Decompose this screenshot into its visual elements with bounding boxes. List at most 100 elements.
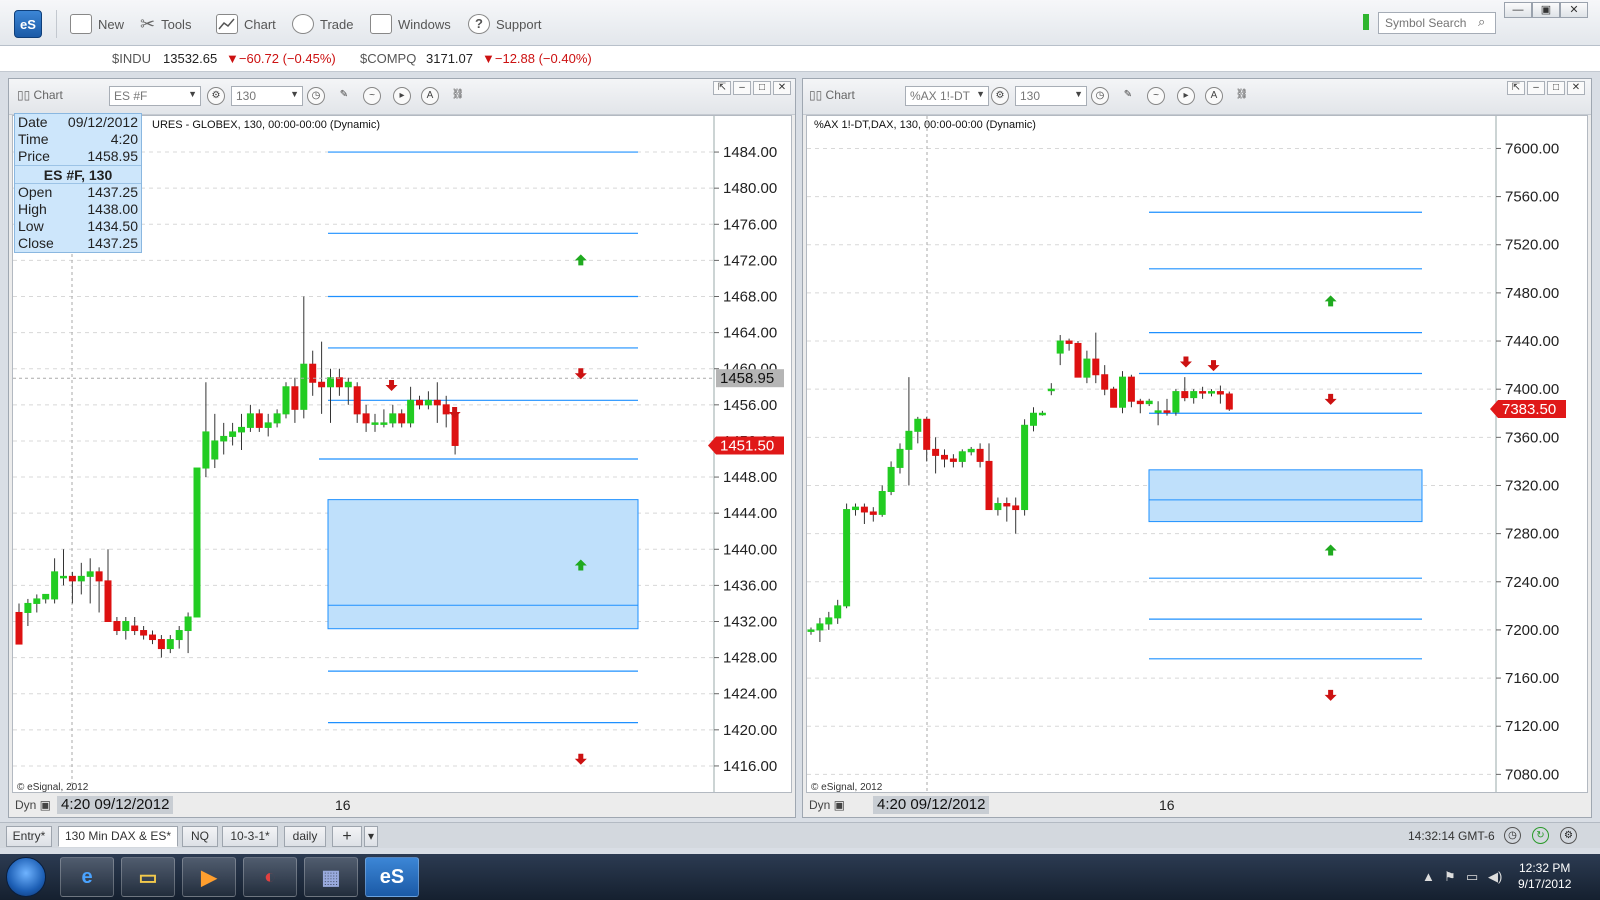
toolbar-support-button[interactable]: ? Support [468, 12, 542, 36]
candle-body [15, 611, 23, 645]
candle-body [246, 413, 254, 428]
tab-10-3-1[interactable]: 10-3-1* [222, 826, 278, 847]
tab-menu-button[interactable]: ▾ [364, 826, 378, 847]
symbol-field[interactable]: ES #F ▼ [109, 86, 201, 106]
candle-body [291, 386, 299, 410]
candle-body [300, 363, 308, 410]
arrow-up-icon [1324, 295, 1337, 307]
dyn-label[interactable]: Dyn ▣ [15, 798, 51, 812]
toolbar-trade-button[interactable]: Trade [292, 12, 353, 36]
y-tick-label: 1484.00 [723, 144, 777, 161]
clock-icon[interactable]: ◷ [1504, 827, 1521, 844]
ie-icon[interactable]: e [60, 857, 114, 897]
chart-title: URES - GLOBEX, 130, 00:00-00:00 (Dynamic… [152, 119, 381, 131]
settings-icon[interactable]: ⚙ [991, 87, 1009, 105]
toolbar-windows-button[interactable]: Windows [370, 12, 451, 36]
dyn-label[interactable]: Dyn ▣ [809, 798, 845, 812]
candle-body [1208, 391, 1215, 394]
gear-icon[interactable]: ⚙ [1560, 827, 1577, 844]
y-tick-label: 1448.00 [723, 469, 777, 486]
media-icon[interactable]: ▶ [182, 857, 236, 897]
popout-button[interactable]: ⇱ [713, 81, 731, 95]
tab-daily[interactable]: daily [284, 826, 326, 847]
popout-button[interactable]: ⇱ [1507, 81, 1525, 95]
monitor-icon[interactable]: ▭ [1466, 869, 1478, 885]
toolbar-new-button[interactable]: New [70, 12, 124, 36]
volume-icon[interactable]: ◀) [1488, 869, 1502, 885]
ticker-symbol[interactable]: $INDU [112, 51, 151, 66]
add-tab-button[interactable]: + [332, 826, 362, 847]
alert-icon[interactable]: A [421, 87, 439, 105]
close-button[interactable]: ✕ [1560, 2, 1588, 18]
panel-maximize-button[interactable]: □ [753, 81, 771, 95]
candle-body [95, 571, 103, 582]
arrow-down-icon [574, 368, 587, 380]
esignal-icon[interactable]: eS [365, 857, 419, 897]
indicator-icon[interactable]: ~ [363, 87, 381, 105]
trade-icon [292, 14, 314, 34]
dw-label: Low [18, 218, 44, 234]
app-icon[interactable]: ◐ [243, 857, 297, 897]
candle-body [878, 491, 886, 515]
dw-label: Close [18, 235, 54, 251]
alert-icon[interactable]: A [1205, 87, 1223, 105]
data-window-row: Date 09/12/2012 [15, 114, 141, 131]
settings-icon[interactable]: ⚙ [207, 87, 225, 105]
candlestick-chart[interactable]: 7600.00 7560.00 7520.00 7480.00 7440.00 7400.… [807, 116, 1588, 793]
candle-body [1056, 340, 1064, 354]
start-button[interactable] [6, 857, 46, 897]
panel-minimize-button[interactable]: – [1527, 81, 1545, 95]
search-icon[interactable]: ⌕ [1478, 14, 1492, 29]
link-icon[interactable]: ⛓ [1233, 87, 1251, 105]
candle-body [1216, 391, 1224, 395]
refresh-icon[interactable]: ↻ [1532, 827, 1549, 844]
toolbar-chart-button[interactable]: Chart [216, 12, 276, 36]
tray-date: 9/17/2012 [1518, 877, 1572, 891]
tab-130-min-dax-es[interactable]: 130 Min DAX & ES* [58, 826, 178, 847]
chart-footer: Dyn ▣ 4:20 09/12/2012 16 [9, 793, 795, 817]
toolbar-support-label: Support [496, 16, 542, 32]
tab-nq[interactable]: NQ [182, 826, 218, 847]
symbol-field[interactable]: %AX 1!-DT ▼ [905, 86, 989, 106]
interval-field[interactable]: 130 ▼ [1015, 86, 1087, 106]
candle-body [175, 630, 183, 641]
y-tick-label: 1456.00 [723, 397, 777, 414]
flag-icon[interactable]: ⚑ [1444, 869, 1456, 885]
toolbar-tools-button[interactable]: ✂ Tools [140, 12, 191, 36]
panel-minimize-button[interactable]: – [733, 81, 751, 95]
pencil-icon[interactable]: ✎ [335, 87, 353, 105]
candle-body [1012, 505, 1020, 511]
candle-body [958, 451, 966, 462]
candle-body [273, 413, 281, 424]
tray-clock[interactable]: 12:32 PM 9/17/2012 [1518, 860, 1571, 892]
panel-close-button[interactable]: ✕ [1567, 81, 1585, 95]
y-tick-label: 1476.00 [723, 216, 777, 233]
ticker-symbol[interactable]: $COMPQ [360, 51, 416, 66]
panel-close-button[interactable]: ✕ [773, 81, 791, 95]
indicator-icon[interactable]: ~ [1147, 87, 1165, 105]
interval-field[interactable]: 130 ▼ [231, 86, 303, 106]
dw-value: 1434.50 [87, 218, 138, 234]
pencil-icon[interactable]: ✎ [1119, 87, 1137, 105]
candle-body [1038, 412, 1046, 416]
app-logo[interactable]: eS [14, 10, 42, 38]
tray-expand-icon[interactable]: ▲ [1422, 869, 1435, 884]
play-icon[interactable]: ▸ [1177, 87, 1195, 105]
clock-icon[interactable]: ◷ [307, 87, 325, 105]
explorer-icon[interactable]: ▭ [121, 857, 175, 897]
clock-icon[interactable]: ◷ [1091, 87, 1109, 105]
candle-body [202, 431, 210, 469]
minimize-button[interactable]: — [1504, 2, 1532, 18]
candle-body [131, 625, 139, 632]
chart-plot-area[interactable]: 7600.00 7560.00 7520.00 7480.00 7440.00 7400.… [806, 115, 1588, 793]
data-window: Date 09/12/2012 Time 4:20 Price 1458.95 ES … [14, 113, 142, 253]
restore-button[interactable]: ▣ [1532, 2, 1560, 18]
network-icon[interactable]: ▦ [304, 857, 358, 897]
link-icon[interactable]: ⛓ [449, 87, 467, 105]
tab-entry[interactable]: Entry* [6, 826, 52, 847]
y-tick-label: 7320.00 [1505, 477, 1559, 494]
y-tick-label: 7280.00 [1505, 526, 1559, 543]
candle-body [932, 448, 940, 456]
panel-maximize-button[interactable]: □ [1547, 81, 1565, 95]
play-icon[interactable]: ▸ [393, 87, 411, 105]
